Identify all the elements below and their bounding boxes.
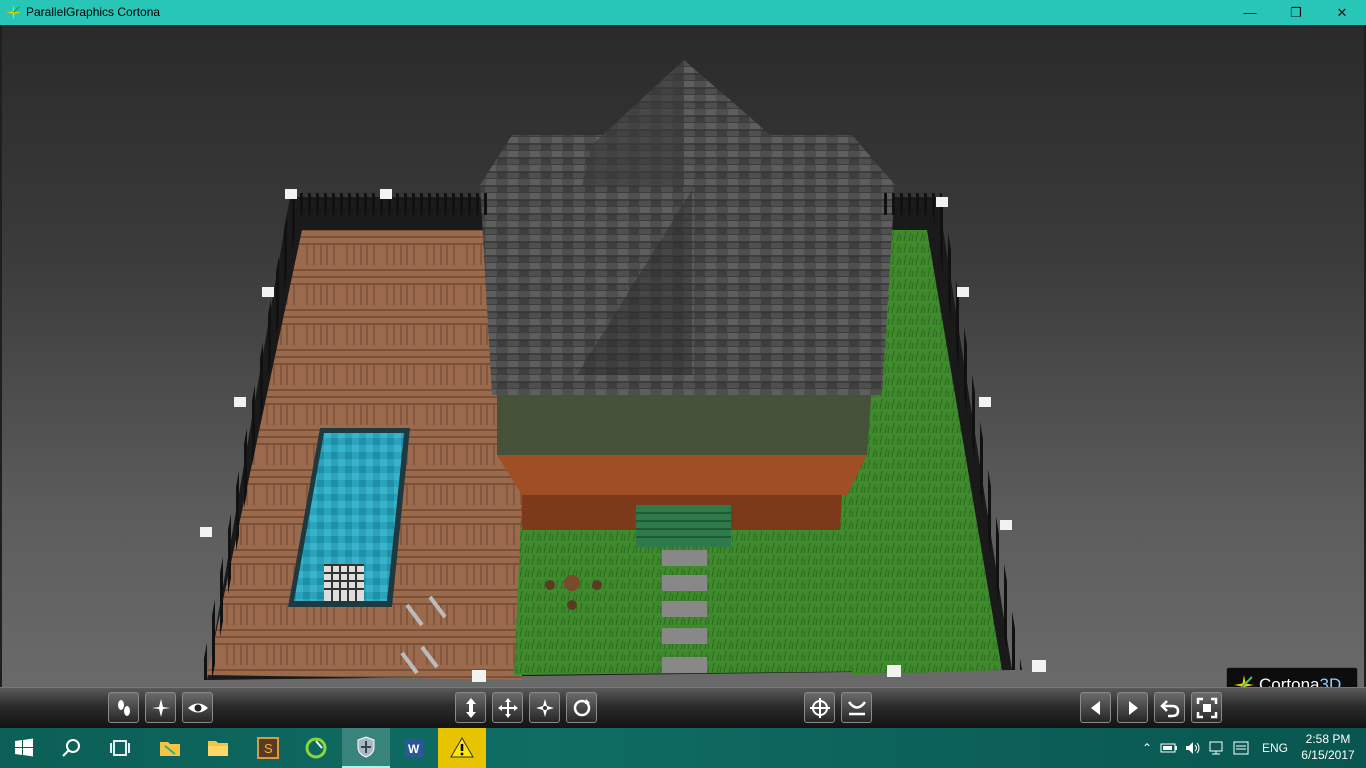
turn-icon — [535, 698, 554, 717]
cortona-star-icon — [1234, 675, 1254, 687]
title-bar: ParallelGraphics Cortona — ❐ ✕ — [0, 0, 1366, 25]
folder-icon — [208, 741, 228, 756]
restore-button[interactable] — [1154, 692, 1185, 723]
task-view-icon — [110, 740, 130, 756]
taskbar-file-explorer-1[interactable] — [146, 728, 194, 768]
folder-map-icon — [160, 742, 180, 756]
study-button[interactable] — [182, 692, 213, 723]
system-tray: ⌃ ENG — [1138, 728, 1288, 768]
search-icon — [62, 739, 80, 757]
task-view-button[interactable] — [96, 728, 144, 768]
action-center-icon[interactable] — [1232, 740, 1250, 756]
warning-icon — [450, 737, 474, 758]
taskbar-file-explorer-2[interactable] — [194, 728, 242, 768]
roll-button[interactable] — [566, 692, 597, 723]
taskbar-app-green[interactable] — [292, 728, 340, 768]
taskbar: S W ⌃ ENG 2:58 PM 6/15/2017 — [0, 728, 1366, 768]
footprints-icon — [117, 699, 130, 716]
s-app-icon: S — [257, 737, 279, 759]
battery-icon[interactable] — [1160, 740, 1178, 756]
cortona-app-icon — [6, 5, 21, 20]
start-button[interactable] — [0, 728, 48, 768]
crosshair-icon — [809, 697, 830, 718]
plane-icon — [151, 698, 170, 717]
plan-button[interactable] — [455, 692, 486, 723]
3d-viewport[interactable]: Cortona3D — [2, 25, 1364, 687]
triangle-left-icon — [1090, 700, 1100, 715]
turn-button[interactable] — [529, 692, 560, 723]
windows-logo-icon — [15, 738, 33, 757]
restore-icon: ❐ — [1290, 4, 1302, 20]
minimize-button[interactable]: — — [1227, 0, 1273, 25]
clock-time: 2:58 PM — [1305, 732, 1351, 746]
fly-button[interactable] — [145, 692, 176, 723]
rotate-icon — [573, 698, 590, 716]
fit-button[interactable] — [1191, 692, 1222, 723]
taskbar-app-s[interactable]: S — [244, 728, 292, 768]
minimize-icon: — — [1243, 5, 1257, 20]
taskbar-word[interactable]: W — [390, 728, 438, 768]
house-scene — [200, 60, 1046, 682]
previous-viewpoint-button[interactable] — [1080, 692, 1111, 723]
align-button[interactable] — [841, 692, 872, 723]
undo-arrow-icon — [1159, 699, 1179, 717]
clock[interactable]: 2:58 PM 6/15/2017 — [1296, 731, 1360, 763]
taskbar-cortona[interactable] — [342, 728, 390, 768]
taskbar-warning[interactable] — [438, 728, 486, 768]
goto-button[interactable] — [804, 692, 835, 723]
navigation-toolbar — [0, 687, 1366, 729]
triangle-right-icon — [1128, 700, 1138, 715]
word-icon: W — [405, 739, 423, 757]
language-indicator[interactable]: ENG — [1262, 741, 1288, 755]
next-viewpoint-button[interactable] — [1117, 692, 1148, 723]
volume-icon[interactable] — [1184, 740, 1202, 756]
search-button[interactable] — [48, 728, 96, 768]
green-swirl-icon — [305, 737, 327, 759]
cortona-shield-icon — [357, 736, 375, 758]
eye-icon — [187, 703, 208, 712]
brand-name: Cortona3D — [1259, 675, 1342, 687]
chevron-up-icon[interactable]: ⌃ — [1138, 741, 1156, 755]
svg-text:S: S — [264, 741, 273, 756]
close-button[interactable]: ✕ — [1319, 0, 1365, 25]
svg-text:W: W — [408, 742, 420, 756]
vertical-arrows-icon — [465, 697, 476, 718]
pan-button[interactable] — [492, 692, 523, 723]
maximize-button[interactable]: ❐ — [1273, 0, 1319, 25]
move-arrows-icon — [497, 697, 518, 718]
align-icon — [847, 700, 866, 715]
fit-frame-icon — [1196, 697, 1217, 718]
walk-button[interactable] — [108, 692, 139, 723]
window-title: ParallelGraphics Cortona — [26, 5, 161, 19]
cortona3d-logo: Cortona3D — [1226, 667, 1358, 687]
clock-date: 6/15/2017 — [1301, 748, 1355, 762]
close-icon: ✕ — [1336, 4, 1348, 20]
network-icon[interactable] — [1208, 740, 1226, 756]
